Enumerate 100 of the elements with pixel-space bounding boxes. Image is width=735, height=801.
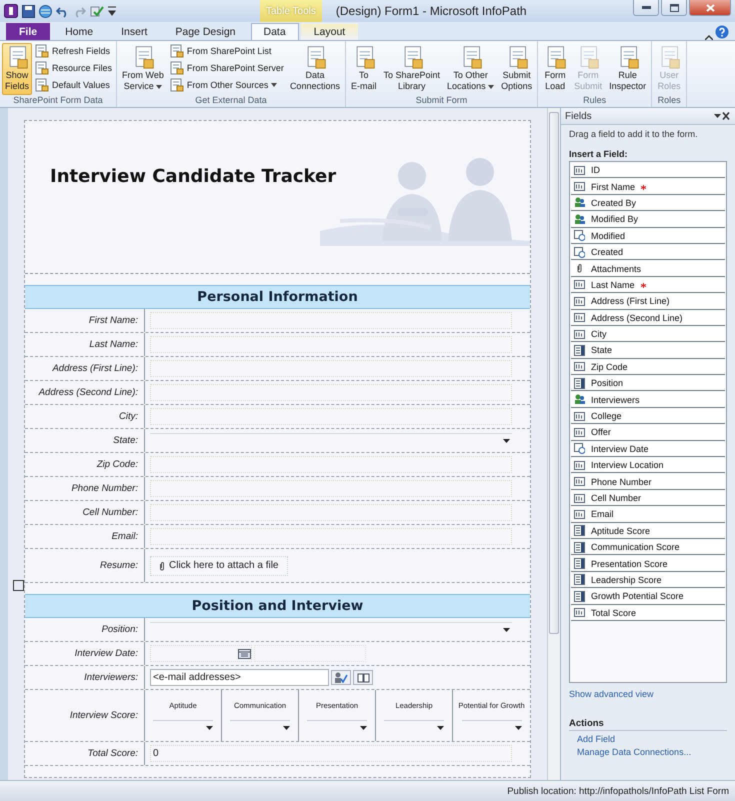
text-field[interactable] [150, 480, 512, 497]
collapse-ribbon-icon[interactable] [705, 35, 713, 40]
customize-icon[interactable] [108, 6, 116, 16]
ribbon-tab[interactable]: Page Design [162, 23, 248, 40]
ribbon-button[interactable]: Form Load [540, 43, 570, 95]
field-label: Phone Number: [70, 483, 139, 494]
ribbon-button[interactable]: Rule Inspector [606, 43, 650, 95]
section-heading: Personal Information [25, 285, 530, 309]
field-list-item[interactable]: Zip Code [571, 360, 725, 376]
ribbon-tab[interactable]: File [6, 23, 50, 40]
maximize-icon [670, 4, 678, 12]
field-list-item[interactable]: City [571, 326, 725, 342]
text-field[interactable] [150, 504, 512, 521]
field-list-item[interactable]: Cell Number [571, 490, 725, 506]
field-list-item[interactable]: Communication Score [571, 540, 725, 556]
field-list-item[interactable]: Phone Number [571, 474, 725, 490]
field-list-item[interactable]: Offer [571, 425, 725, 441]
minimize-button[interactable] [633, 0, 659, 16]
ribbon-button[interactable]: From Web Service [119, 43, 167, 95]
ribbon-button[interactable]: To SharePoint Library [380, 43, 444, 95]
paperclip-icon [159, 560, 165, 570]
ribbon-button[interactable]: Data Connections [286, 43, 343, 95]
close-button[interactable] [689, 0, 731, 16]
field-list-item[interactable]: College [571, 408, 725, 424]
field-list-item[interactable]: ID [571, 163, 725, 178]
check-icon[interactable] [90, 4, 104, 18]
field-list-item[interactable]: Total Score [571, 606, 725, 621]
field-list-item[interactable]: Growth Potential Score [571, 589, 725, 605]
date-field[interactable] [150, 645, 252, 662]
text-field-icon [574, 279, 585, 290]
ribbon-button[interactable]: Refresh Fields [33, 43, 114, 59]
field-list-item[interactable]: Interviewers [571, 392, 725, 408]
undo-icon[interactable] [56, 4, 69, 18]
ribbon-button[interactable]: Default Values [33, 77, 114, 93]
field-list-item[interactable]: Position [571, 376, 725, 392]
action-link[interactable]: Manage Data Connections... [577, 747, 692, 757]
field-list-item[interactable]: Address (First Line) [571, 294, 725, 310]
help-icon[interactable] [715, 25, 729, 39]
list-field-icon [574, 542, 585, 553]
ribbon-tab[interactable]: Home [52, 23, 106, 40]
people-icon [574, 214, 585, 225]
group-label: Rules [582, 95, 608, 107]
text-field[interactable] [150, 384, 512, 401]
ribbon-button[interactable]: To E-mail [348, 43, 380, 95]
field-list-item[interactable]: Modified [571, 228, 725, 244]
text-field[interactable] [254, 645, 366, 662]
ribbon-button[interactable]: From SharePoint List [168, 43, 286, 59]
text-field[interactable] [150, 528, 512, 545]
ribbon-button[interactable]: From SharePoint Server [168, 60, 286, 76]
text-field[interactable] [150, 312, 512, 329]
close-icon[interactable] [721, 112, 731, 120]
field-list-item[interactable]: Created [571, 244, 725, 260]
field-list-item[interactable]: Email [571, 507, 725, 523]
field-list-item[interactable]: Interview Location [571, 458, 725, 474]
field-list-item[interactable]: Attachments [571, 261, 725, 277]
ribbon-button[interactable]: From Other Sources [168, 77, 286, 93]
dropdown-icon[interactable] [714, 114, 721, 118]
ribbon-button[interactable]: Submit Options [498, 43, 536, 95]
check-names-button[interactable] [331, 670, 351, 685]
selection-handle[interactable] [13, 580, 24, 591]
field-list-item[interactable]: Address (Second Line) [571, 310, 725, 326]
person-check-icon [334, 672, 348, 683]
field-list-item[interactable]: Presentation Score [571, 556, 725, 572]
text-field[interactable] [150, 456, 512, 473]
address-book-button[interactable] [353, 670, 373, 685]
maximize-button[interactable] [661, 0, 687, 16]
field-list-item[interactable]: Created By [571, 196, 725, 212]
window-title: (Design) Form1 - Microsoft InfoPath [336, 4, 528, 18]
ribbon-button[interactable]: Show Fields [2, 43, 32, 95]
save-icon[interactable] [22, 4, 35, 18]
ribbon-tab[interactable]: Layout [300, 23, 358, 40]
field-label: Zip Code: [96, 459, 139, 470]
globe-icon[interactable] [39, 4, 52, 18]
field-list-item[interactable]: State [571, 343, 725, 359]
book-icon [356, 672, 370, 682]
field-list-item[interactable]: Last Name [571, 278, 725, 294]
field-list-item[interactable]: Leadership Score [571, 572, 725, 588]
caret-icon [488, 85, 494, 89]
field-list-item[interactable]: Interview Date [571, 442, 725, 458]
ribbon-button[interactable]: To Other Locations [444, 43, 498, 95]
field-list-item[interactable]: Aptitude Score [571, 524, 725, 539]
field-list-item[interactable]: Modified By [571, 212, 725, 228]
text-field[interactable] [150, 408, 512, 425]
text-field[interactable]: 0 [150, 745, 512, 762]
action-link[interactable]: Add Field [577, 734, 616, 744]
scrollbar[interactable] [547, 108, 560, 780]
people-picker-field[interactable]: <e-mail addresses> [150, 669, 329, 686]
people-icon [574, 394, 585, 406]
attach-file-button[interactable]: Click here to attach a file [150, 556, 288, 576]
field-list-item[interactable]: First Name [571, 179, 725, 195]
ribbon-tab[interactable]: Insert [108, 23, 160, 40]
text-field[interactable] [150, 360, 512, 377]
app-icon[interactable] [4, 4, 18, 18]
group-label: Get External Data [194, 95, 268, 107]
advanced-view-link[interactable]: Show advanced view [569, 689, 654, 699]
ribbon-tab[interactable]: Data [250, 23, 299, 40]
text-field[interactable] [150, 336, 512, 353]
redo-icon[interactable] [73, 4, 86, 18]
ribbon-button[interactable]: Resource Files [33, 60, 114, 76]
field-label: Address (Second Line): [38, 387, 139, 398]
